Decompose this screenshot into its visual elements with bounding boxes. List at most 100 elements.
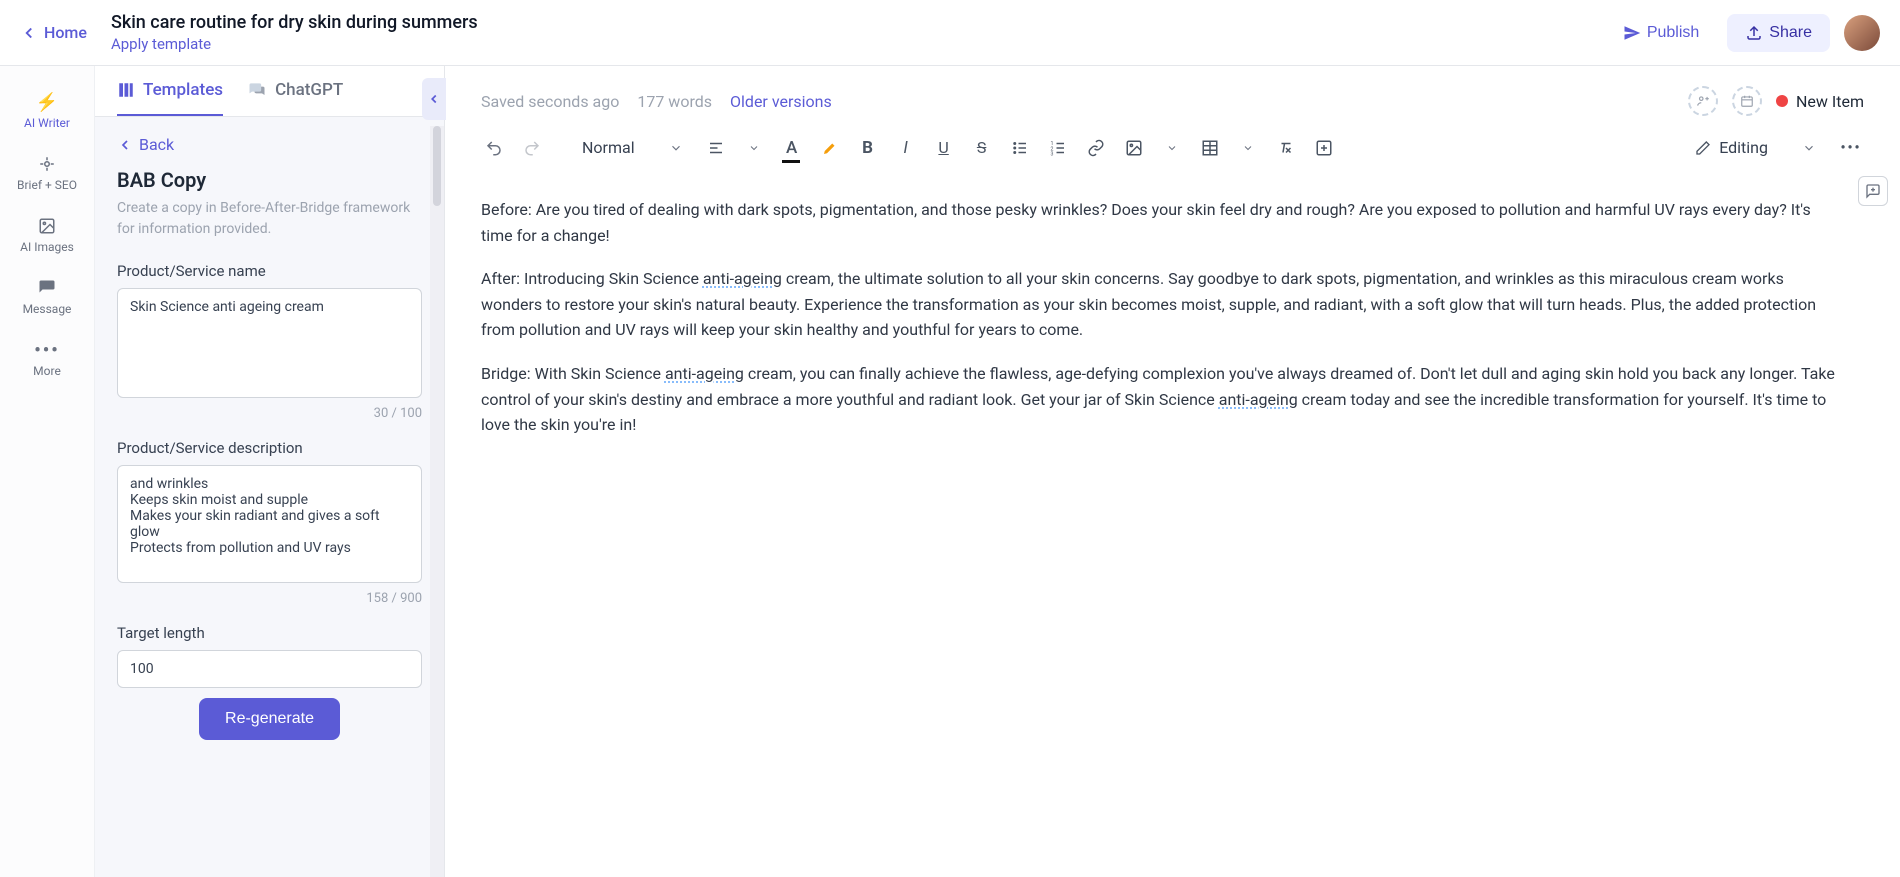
undo-icon (485, 139, 503, 157)
align-left-icon (707, 139, 725, 157)
chevron-down-icon (1242, 142, 1254, 154)
table-button[interactable] (1197, 135, 1223, 161)
tab-chatgpt[interactable]: ChatGPT (247, 80, 343, 116)
rail-ai-writer[interactable]: ⚡ AI Writer (0, 80, 94, 142)
rail-label: AI Images (20, 240, 74, 254)
paragraph-style-label: Normal (582, 138, 635, 157)
bold-button[interactable]: B (855, 135, 881, 161)
status-label: New Item (1796, 92, 1864, 111)
upload-icon (1745, 24, 1763, 42)
chevron-left-icon (117, 137, 133, 153)
numbered-list-icon: 123 (1049, 139, 1067, 157)
top-header: Home Skin care routine for dry skin duri… (0, 0, 1900, 66)
highlight-button[interactable] (817, 135, 843, 161)
pencil-icon (1695, 140, 1711, 156)
product-name-count: 30 / 100 (117, 406, 422, 421)
product-name-input[interactable] (117, 288, 422, 398)
text-color-a-icon: A (786, 138, 797, 158)
rail-label: AI Writer (24, 116, 70, 130)
chevron-left-icon (20, 24, 38, 42)
chevron-down-icon (748, 142, 760, 154)
calendar-icon (1740, 94, 1754, 108)
rail-brief-seo[interactable]: Brief + SEO (0, 142, 94, 204)
rail-message[interactable]: Message (0, 266, 94, 328)
saved-status: Saved seconds ago (481, 92, 619, 111)
rail-more[interactable]: ••• More (0, 328, 94, 390)
redo-icon (523, 139, 541, 157)
spellcheck-underline: anti-ageing (665, 364, 744, 383)
insert-button[interactable] (1311, 135, 1337, 161)
back-link[interactable]: Back (117, 135, 422, 154)
bullet-list-button[interactable] (1007, 135, 1033, 161)
tab-label: Templates (143, 80, 223, 100)
rail-label: Message (23, 302, 72, 316)
align-button[interactable] (703, 135, 729, 161)
panel-title: BAB Copy (117, 168, 422, 192)
editor-toolbar: Normal A B I U S 123 (445, 126, 1900, 177)
target-icon (37, 154, 57, 174)
chat-icon (37, 278, 57, 298)
older-versions-link[interactable]: Older versions (730, 92, 832, 111)
person-plus-icon (1696, 94, 1710, 108)
image-icon (1125, 139, 1143, 157)
publish-button[interactable]: Publish (1609, 16, 1713, 50)
bolt-icon: ⚡ (37, 92, 57, 112)
share-button[interactable]: Share (1727, 14, 1830, 52)
editing-mode-select[interactable]: Editing (1695, 138, 1816, 157)
toolbar-more-button[interactable]: ••• (1838, 135, 1864, 161)
collapse-sidebar-button[interactable] (422, 78, 446, 120)
more-icon: ••• (37, 340, 57, 360)
strikethrough-icon: S (977, 138, 987, 157)
product-name-label: Product/Service name (117, 262, 422, 280)
editing-mode-label: Editing (1719, 138, 1768, 157)
content-bridge: Bridge: With Skin Science anti-ageing cr… (481, 361, 1840, 438)
tab-templates[interactable]: Templates (117, 80, 223, 116)
home-link[interactable]: Home (20, 23, 87, 42)
word-count: 177 words (637, 92, 712, 111)
numbered-list-button[interactable]: 123 (1045, 135, 1071, 161)
chevron-down-icon (1166, 142, 1178, 154)
document-title[interactable]: Skin care routine for dry skin during su… (111, 12, 1609, 33)
left-rail: ⚡ AI Writer Brief + SEO AI Images Messa (0, 66, 95, 877)
target-length-input[interactable] (117, 650, 422, 688)
plus-box-icon (1315, 139, 1333, 157)
chevron-down-icon (1802, 141, 1816, 155)
avatar[interactable] (1844, 15, 1880, 51)
product-desc-input[interactable] (117, 465, 422, 583)
rail-label: Brief + SEO (17, 178, 77, 192)
add-due-date-button[interactable] (1732, 86, 1762, 116)
share-label: Share (1769, 24, 1812, 42)
strikethrough-button[interactable]: S (969, 135, 995, 161)
image-button[interactable] (1121, 135, 1147, 161)
editor-content[interactable]: Before: Are you tired of dealing with da… (445, 177, 1900, 476)
undo-button[interactable] (481, 135, 507, 161)
rail-ai-images[interactable]: AI Images (0, 204, 94, 266)
redo-button[interactable] (519, 135, 545, 161)
panel-description: Create a copy in Before-After-Bridge fra… (117, 198, 422, 240)
underline-button[interactable]: U (931, 135, 957, 161)
add-comment-button[interactable] (1858, 176, 1888, 206)
target-length-label: Target length (117, 624, 422, 642)
regenerate-button[interactable]: Re-generate (199, 698, 340, 740)
align-dropdown[interactable] (741, 135, 767, 161)
product-desc-count: 158 / 900 (117, 591, 422, 606)
link-button[interactable] (1083, 135, 1109, 161)
table-dropdown[interactable] (1235, 135, 1261, 161)
clear-format-button[interactable] (1273, 135, 1299, 161)
apply-template-link[interactable]: Apply template (111, 35, 1609, 53)
image-dropdown[interactable] (1159, 135, 1185, 161)
highlighter-icon (821, 139, 839, 157)
italic-button[interactable]: I (893, 135, 919, 161)
status-dot-icon (1776, 95, 1788, 107)
more-icon: ••• (1840, 140, 1861, 156)
add-collaborator-button[interactable] (1688, 86, 1718, 116)
status-dropdown[interactable]: New Item (1776, 92, 1864, 111)
link-icon (1087, 139, 1105, 157)
table-icon (1201, 139, 1219, 157)
editor-area: Saved seconds ago 177 words Older versio… (445, 66, 1900, 877)
clear-format-icon (1277, 139, 1295, 157)
sidebar-scrollbar[interactable] (430, 126, 444, 877)
text-color-button[interactable]: A (779, 135, 805, 161)
chevron-down-icon (669, 141, 683, 155)
paragraph-style-select[interactable]: Normal (574, 134, 691, 161)
